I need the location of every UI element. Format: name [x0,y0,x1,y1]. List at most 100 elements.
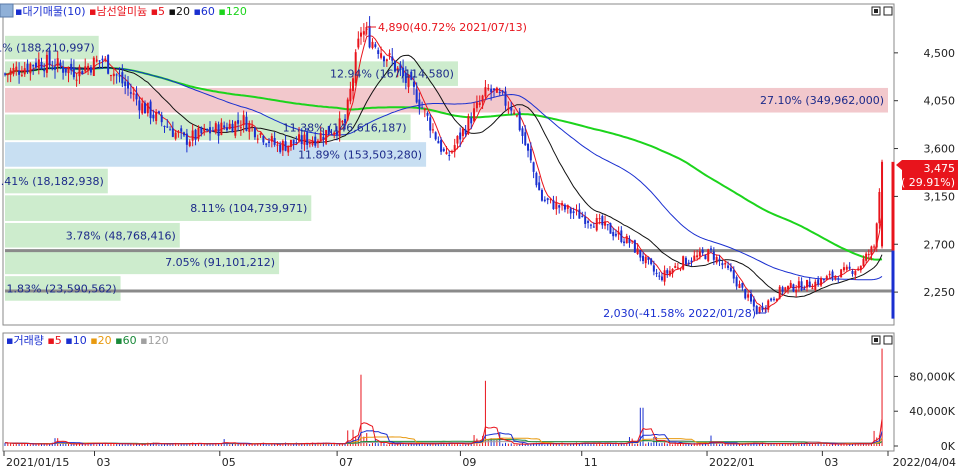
candle-body [442,148,445,152]
candle-body [698,251,701,257]
candle-body [555,202,558,210]
candle-body [484,87,487,97]
candle-body [529,149,532,161]
candle-body [775,298,778,302]
candle-body [357,38,360,48]
candle-body [761,306,764,311]
volume-panel-frame [2,332,895,452]
candle-body [157,111,160,114]
candle-body [459,132,462,140]
candle-body [84,66,87,72]
candle-body [245,116,248,131]
candle-body [445,152,448,155]
candle-body [265,143,268,145]
candle-body [749,293,752,302]
candle-body [231,123,234,133]
candle-body [724,263,727,265]
candle-body [371,41,374,48]
candle-body [540,189,543,201]
min-annotation: 2,030(-41.58% 2022/01/28) [603,305,767,320]
candle-body [584,216,587,224]
candle-body [418,99,421,108]
candle-body [549,198,552,200]
price-tick-label: 4,050 [924,95,956,108]
candle-body [825,276,828,280]
candle-body [787,285,790,290]
candle-body [658,275,661,277]
candle-body [298,134,301,141]
candle-body [29,63,32,74]
candle-body [287,145,290,153]
candle-body [15,66,18,72]
candle-body [72,67,75,78]
candle-body [660,276,663,281]
candle-body [166,126,169,128]
candle-body [4,73,6,75]
candle-body [40,62,43,69]
candle-body [668,270,671,276]
close-volume-icon[interactable] [883,335,893,345]
candle-body [623,241,626,243]
candle-body [171,128,174,137]
volume-tick-label: 0K [941,440,956,453]
candle-body [95,59,98,62]
candle-body [563,204,566,210]
candle-body [800,281,803,291]
price-tick-label: 2,700 [924,238,956,251]
candle-body [98,60,101,62]
candle-body [300,135,303,145]
candle-body [217,124,220,136]
candle-body [598,218,601,220]
candle-body [242,115,245,126]
candle-body [859,265,862,271]
candle-body [209,127,212,134]
candle-body [792,284,795,292]
candle-body [281,140,284,151]
candle-body [276,144,279,146]
candle-body [666,270,669,274]
candle-body [429,117,432,131]
candle-body [636,248,639,255]
candle-body [875,223,878,248]
menu-toggle-icon[interactable] [0,3,14,18]
candle-body [778,286,781,299]
candle-body [772,298,775,300]
price-tick-label: 2,250 [924,286,956,299]
candle-body [377,50,380,54]
candle-body [9,70,12,75]
close-panel-icon[interactable] [883,6,893,16]
current-price-text: 3,475 [924,162,956,175]
x-axis: 2021/01/15 03 05 07 09 11 2022/01 03 2022/04/04 [3,450,956,469]
candle-body [461,128,464,137]
candle-body [206,129,209,131]
candle-body [203,128,206,132]
x-tick-label: 07 [339,456,353,469]
candle-body [747,294,750,298]
candle-body [589,224,592,226]
candle-body [121,72,124,84]
candle-body [303,134,306,145]
candle-body [744,289,747,299]
candle-body [510,107,513,111]
candle-body [45,54,48,73]
candle-body [129,92,132,94]
candle-body [18,70,21,75]
candle-body [431,129,434,131]
candle-body [507,107,510,110]
candle-body [620,230,623,243]
candle-body [532,162,535,172]
x-tick-label: 2021/01/15 [6,456,69,469]
candle-body [322,136,325,140]
candle-body [679,268,682,270]
candle-body [163,125,166,127]
candle-body [185,133,188,145]
candle-body [684,257,687,265]
candle-body [374,44,377,47]
candle-body [614,233,617,236]
candle-body [346,99,349,120]
candle-body [595,218,598,231]
candle-body [62,66,65,73]
volume-profile-label: 1.11% (188,210,997) [0,42,95,55]
candle-body [604,221,607,226]
candle-body [115,74,118,76]
